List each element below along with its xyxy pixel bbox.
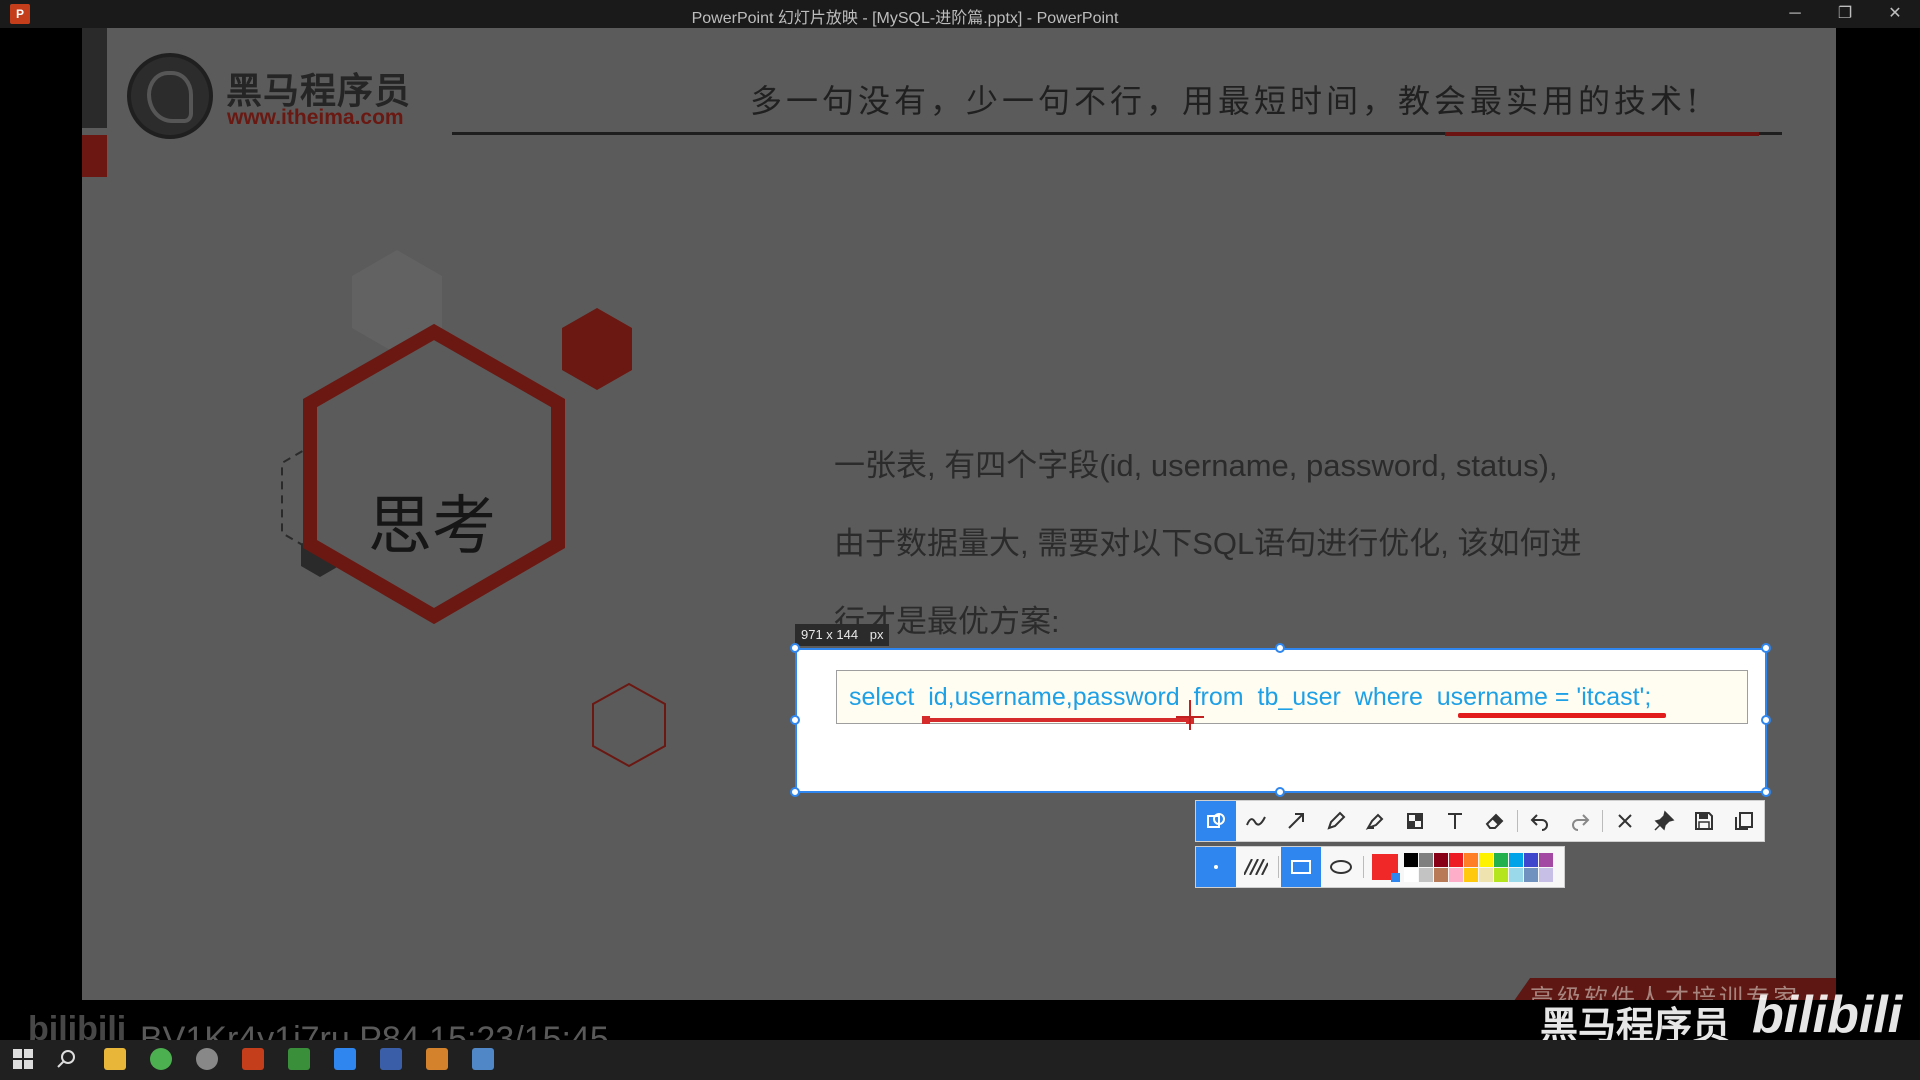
resize-handle-top-left[interactable] <box>790 643 800 653</box>
palette-color-swatch[interactable] <box>1464 852 1478 867</box>
hexagon-decoration <box>281 250 666 768</box>
capture-dimension: 971 x 144 <box>801 627 859 642</box>
palette-color-swatch[interactable] <box>1494 867 1508 882</box>
redo-icon[interactable] <box>1560 801 1600 841</box>
marker-tool-icon[interactable] <box>1355 801 1395 841</box>
toolbar-separator <box>1278 856 1279 878</box>
window-title: PowerPoint 幻灯片放映 - [MySQL-进阶篇.pptx] - Po… <box>691 10 1119 27</box>
itheima-logo-icon <box>127 53 213 139</box>
resize-handle-bottom-left[interactable] <box>790 787 800 797</box>
text-tool-icon[interactable] <box>1435 801 1475 841</box>
annotation-underline-start <box>922 716 930 724</box>
slogan-underline-accent <box>1445 132 1759 136</box>
pen-tool-icon[interactable] <box>1316 801 1356 841</box>
palette-color-swatch[interactable] <box>1449 867 1463 882</box>
sql-statement: select id,username,password from tb_user… <box>849 683 1652 711</box>
hexagon-solid-red <box>562 308 632 390</box>
toolbar-separator <box>1601 810 1603 832</box>
palette-color-swatch[interactable] <box>1524 867 1538 882</box>
question-line-2: 由于数据量大, 需要对以下SQL语句进行优化, 该如何进 <box>834 526 1582 561</box>
selected-color-swatch[interactable] <box>1372 854 1400 882</box>
restore-button[interactable]: ❐ <box>1825 2 1865 26</box>
stroke-size-small-icon[interactable] <box>1196 847 1236 887</box>
app-editor-icon[interactable] <box>380 1048 402 1070</box>
resize-handle-top[interactable] <box>1275 643 1285 653</box>
mosaic-tool-icon[interactable] <box>1395 801 1435 841</box>
file-explorer-icon[interactable] <box>104 1048 126 1070</box>
resize-handle-bottom-right[interactable] <box>1761 787 1771 797</box>
palette-color-swatch[interactable] <box>1434 867 1448 882</box>
palette-color-swatch[interactable] <box>1464 867 1478 882</box>
undo-icon[interactable] <box>1520 801 1560 841</box>
app-green-icon[interactable] <box>288 1048 310 1070</box>
question-line-1: 一张表, 有四个字段(id, username, password, statu… <box>834 448 1558 483</box>
windows-taskbar <box>0 1040 1920 1080</box>
resize-handle-left[interactable] <box>790 715 800 725</box>
annotation-toolbar <box>1195 800 1765 842</box>
slide: 黑马程序员 www.itheima.com 多一句没有，少一句不行，用最短时间，… <box>82 28 1836 1000</box>
toolbar-separator <box>1363 856 1364 878</box>
rectangle-shape-icon[interactable] <box>1281 847 1321 887</box>
annotation-underline-condition <box>1458 713 1666 718</box>
windows-start-icon[interactable] <box>12 1048 34 1070</box>
save-icon[interactable] <box>1684 801 1724 841</box>
slide-accent-red <box>82 135 107 177</box>
palette-color-swatch[interactable] <box>1479 852 1493 867</box>
app-icon[interactable] <box>196 1048 218 1070</box>
ellipse-shape-icon[interactable] <box>1321 847 1361 887</box>
resize-handle-bottom[interactable] <box>1275 787 1285 797</box>
app-blue-icon[interactable] <box>334 1048 356 1070</box>
palette-color-swatch[interactable] <box>1404 867 1418 882</box>
capture-dimension-label: 971 x 144 px <box>795 624 890 646</box>
palette-color-swatch[interactable] <box>1419 867 1433 882</box>
slogan: 多一句没有，少一句不行，用最短时间，教会最实用的技术! <box>750 82 1703 120</box>
pin-icon[interactable] <box>1644 801 1684 841</box>
curve-tool-icon[interactable] <box>1236 801 1276 841</box>
app-orange-icon[interactable] <box>426 1048 448 1070</box>
crosshair-cursor-v <box>1189 700 1191 730</box>
hexagon-outline-small <box>592 682 666 768</box>
arrow-tool-icon[interactable] <box>1276 801 1316 841</box>
hexagon-main <box>303 323 565 625</box>
annotation-underline-columns <box>925 718 1190 722</box>
color-palette <box>1404 852 1553 882</box>
palette-color-swatch[interactable] <box>1524 852 1538 867</box>
slide-accent-dark <box>82 28 107 128</box>
powerpoint-taskbar-icon[interactable] <box>242 1048 264 1070</box>
resize-handle-right[interactable] <box>1761 715 1771 725</box>
palette-color-swatch[interactable] <box>1419 852 1433 867</box>
palette-color-swatch[interactable] <box>1434 852 1448 867</box>
palette-color-swatch[interactable] <box>1494 852 1508 867</box>
eraser-tool-icon[interactable] <box>1475 801 1515 841</box>
copy-icon[interactable] <box>1724 801 1764 841</box>
minimize-button[interactable]: ─ <box>1775 2 1815 26</box>
shape-tool-icon[interactable] <box>1196 801 1236 841</box>
palette-color-swatch[interactable] <box>1479 867 1493 882</box>
cancel-icon[interactable] <box>1605 801 1645 841</box>
palette-color-swatch[interactable] <box>1449 852 1463 867</box>
bilibili-watermark-large: bilibili <box>1752 986 1903 1044</box>
search-icon[interactable] <box>56 1048 78 1070</box>
palette-color-swatch[interactable] <box>1539 867 1553 882</box>
logo-url: www.itheima.com <box>227 106 404 129</box>
palette-color-swatch[interactable] <box>1539 852 1553 867</box>
palette-color-swatch[interactable] <box>1404 852 1418 867</box>
think-label: 思考 <box>368 490 496 564</box>
capture-unit: px <box>869 627 884 642</box>
chrome-icon[interactable] <box>150 1048 172 1070</box>
resize-handle-top-right[interactable] <box>1761 643 1771 653</box>
app-network-icon[interactable] <box>472 1048 494 1070</box>
fill-hatch-icon[interactable] <box>1236 847 1276 887</box>
palette-color-swatch[interactable] <box>1509 867 1523 882</box>
toolbar-separator <box>1516 810 1518 832</box>
window-title-bar: P PowerPoint 幻灯片放映 - [MySQL-进阶篇.pptx] - … <box>0 0 1920 28</box>
palette-color-swatch[interactable] <box>1509 852 1523 867</box>
close-button[interactable]: ✕ <box>1875 2 1915 26</box>
style-toolbar <box>1195 846 1565 888</box>
